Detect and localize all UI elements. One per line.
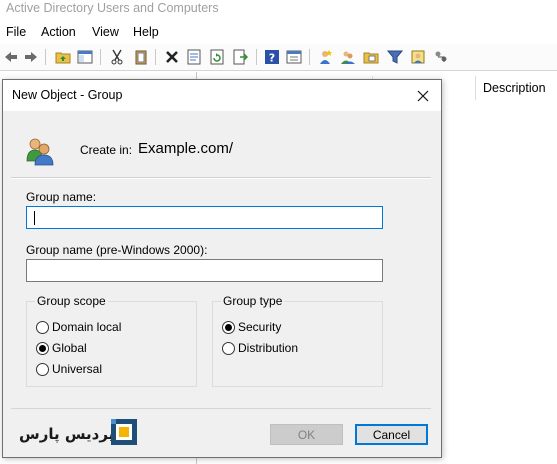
- create-in-row: Create in: Example.com/: [23, 130, 423, 170]
- create-in-label: Create in:: [80, 143, 133, 157]
- watermark-logo: پردیس پارس: [15, 418, 140, 450]
- group-name-label: Group name:: [26, 190, 97, 204]
- group-scope-title: Group scope: [35, 294, 108, 308]
- group-name-prewin-label: Group name (pre-Windows 2000):: [26, 243, 208, 257]
- add-to-group-icon[interactable]: [409, 48, 427, 66]
- type-distribution-radio[interactable]: Distribution: [222, 340, 298, 356]
- dialog-title: New Object - Group: [12, 88, 123, 102]
- new-object-group-dialog: New Object - Group Create in: Example.co…: [2, 79, 442, 458]
- new-group-icon[interactable]: [339, 48, 357, 66]
- export-list-icon[interactable]: [231, 48, 249, 66]
- group-type-title: Group type: [221, 294, 285, 308]
- help-icon[interactable]: ?: [263, 48, 281, 66]
- scope-universal-radio[interactable]: Universal: [36, 361, 102, 377]
- menu-help[interactable]: Help: [133, 25, 159, 39]
- menu-bar: File Action View Help: [0, 22, 557, 42]
- scope-domain-local-radio[interactable]: Domain local: [36, 319, 121, 335]
- divider: [11, 408, 431, 409]
- show-console-tree-icon[interactable]: [76, 48, 94, 66]
- close-icon[interactable]: [407, 83, 439, 109]
- pardis-logo-icon: [110, 418, 138, 446]
- group-scope-box: Group scope Domain local Global Universa…: [26, 294, 197, 387]
- menu-view[interactable]: View: [92, 25, 119, 39]
- app-title: Active Directory Users and Computers: [6, 1, 219, 15]
- watermark-text: پردیس پارس: [19, 425, 115, 443]
- ok-button[interactable]: OK: [270, 424, 343, 445]
- group-icon: [23, 135, 55, 167]
- dialog-titlebar: New Object - Group: [3, 80, 441, 111]
- scope-global-radio[interactable]: Global: [36, 340, 87, 356]
- app-titlebar: Active Directory Users and Computers: [0, 0, 557, 20]
- create-in-path: Example.com/: [138, 140, 234, 157]
- delegate-icon[interactable]: [432, 48, 450, 66]
- type-security-radio[interactable]: Security: [222, 319, 281, 335]
- group-name-prewin-input[interactable]: [26, 259, 383, 282]
- menu-action[interactable]: Action: [41, 25, 76, 39]
- paste-icon[interactable]: [132, 48, 150, 66]
- group-type-box: Group type Security Distribution: [212, 294, 383, 387]
- column-header-description[interactable]: Description: [475, 76, 557, 100]
- back-arrow-icon[interactable]: [2, 48, 20, 66]
- cut-icon[interactable]: [108, 48, 126, 66]
- delete-icon[interactable]: [163, 48, 181, 66]
- group-name-input[interactable]: [26, 206, 383, 229]
- menu-file[interactable]: File: [6, 25, 26, 39]
- filter-options-icon[interactable]: [285, 48, 303, 66]
- toolbar: ?: [0, 44, 557, 71]
- new-user-icon[interactable]: [316, 48, 334, 66]
- svg-text:?: ?: [269, 52, 275, 65]
- new-ou-icon[interactable]: [362, 48, 380, 66]
- properties-icon[interactable]: [185, 48, 203, 66]
- forward-arrow-icon[interactable]: [22, 48, 40, 66]
- cancel-button[interactable]: Cancel: [355, 424, 428, 445]
- folder-up-icon[interactable]: [54, 48, 72, 66]
- filter-icon[interactable]: [386, 48, 404, 66]
- refresh-icon[interactable]: [208, 48, 226, 66]
